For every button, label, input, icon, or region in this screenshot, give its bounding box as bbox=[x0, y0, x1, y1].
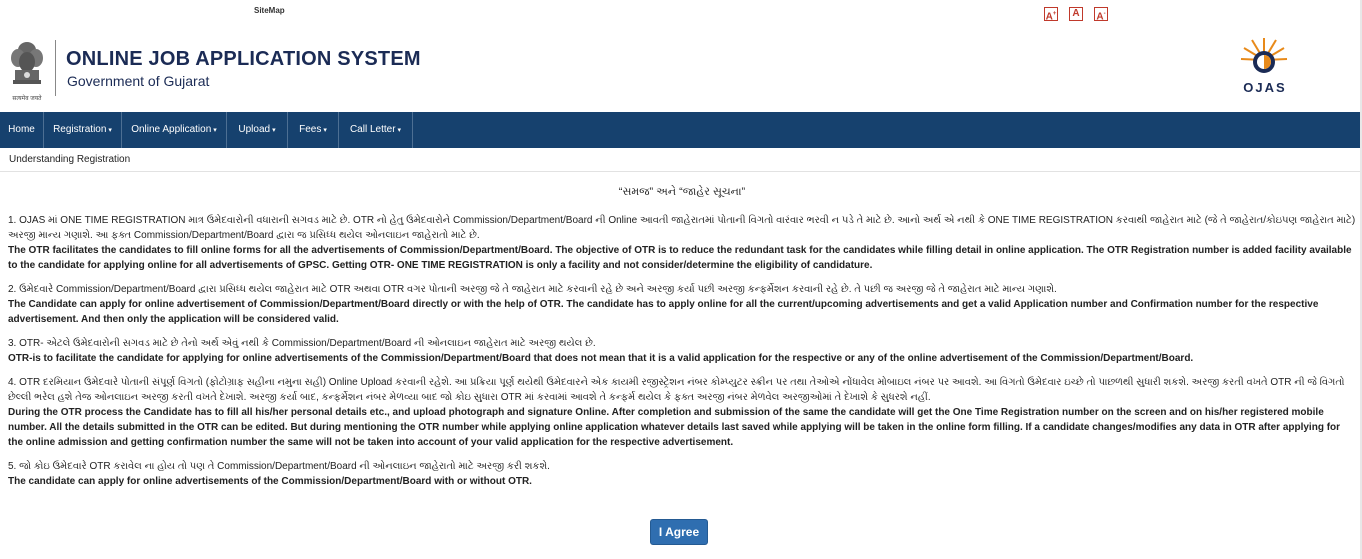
chevron-down-icon: ▾ bbox=[272, 127, 276, 134]
chevron-down-icon: ▾ bbox=[213, 127, 217, 134]
notice-point-1-english: The OTR facilitates the candidates to fi… bbox=[8, 245, 1352, 271]
main-navbar: Home Registration ▾ Online Application ▾ U… bbox=[0, 112, 1362, 148]
font-normal-button[interactable]: A bbox=[1069, 7, 1083, 21]
top-utility-bar: SiteMap A+ A A- bbox=[0, 0, 1362, 30]
font-increase-button[interactable]: A+ bbox=[1044, 7, 1058, 23]
sitemap-link[interactable]: SiteMap bbox=[254, 6, 285, 15]
chevron-down-icon: ▾ bbox=[323, 127, 327, 134]
nav-registration[interactable]: Registration ▾ bbox=[44, 112, 122, 148]
emblem-caption: सत्यमेव जयते bbox=[12, 94, 42, 102]
header-divider bbox=[55, 40, 56, 96]
nav-upload-label: Upload bbox=[238, 124, 271, 135]
notice-title: “સમજ” અને “જાહેર સૂચના” bbox=[618, 186, 746, 198]
font-decrease-button[interactable]: A- bbox=[1094, 7, 1108, 23]
notice-point-4: 4. OTR દરમિયાન ઉમેદવારે પોતાની સંપૂર્ણ વ… bbox=[8, 375, 1356, 450]
notice-point-3-english: OTR-is to facilitate the candidate for a… bbox=[8, 353, 1194, 364]
national-emblem-icon: सत्यमेव जयते bbox=[11, 42, 43, 102]
notice-point-4-gujarati: 4. OTR દરમિયાન ઉમેદવારે પોતાની સંપૂર્ણ વ… bbox=[8, 377, 1345, 403]
font-decrease-label: A bbox=[1096, 11, 1104, 23]
breadcrumb: Understanding Registration bbox=[9, 154, 131, 165]
site-subtitle: Government of Gujarat bbox=[67, 73, 210, 89]
font-normal-label: A bbox=[1072, 8, 1080, 19]
i-agree-button[interactable]: I Agree bbox=[650, 519, 708, 545]
chevron-down-icon: ▾ bbox=[108, 127, 112, 134]
notice-point-2: 2. ઉમેદવારે Commission/Department/Board … bbox=[8, 282, 1356, 327]
notice-point-3-gujarati: 3. OTR- એટલે ઉમેદવારોની સગવડ માટે છે તેન… bbox=[8, 338, 596, 349]
notice-point-2-english: The Candidate can apply for online adver… bbox=[8, 299, 1319, 325]
plus-icon: + bbox=[1052, 11, 1057, 17]
font-increase-label: A bbox=[1045, 11, 1053, 23]
nav-fees[interactable]: Fees ▾ bbox=[288, 112, 339, 148]
nav-online-application-label: Online Application bbox=[131, 124, 212, 135]
site-title: ONLINE JOB APPLICATION SYSTEM bbox=[66, 48, 421, 70]
nav-fees-label: Fees bbox=[299, 124, 322, 135]
notice-point-5-gujarati: 5. જો કોઇ ઉમેદવારે OTR કરાવેલ ના હોય તો … bbox=[8, 461, 550, 472]
notice-point-4-english: During the OTR process the Candidate has… bbox=[8, 407, 1341, 448]
nav-upload[interactable]: Upload ▾ bbox=[227, 112, 288, 148]
minus-icon: - bbox=[1103, 11, 1106, 17]
notice-point-5: 5. જો કોઇ ઉમેદવારે OTR કરાવેલ ના હોય તો … bbox=[8, 459, 1356, 489]
nav-home-label: Home bbox=[8, 124, 35, 135]
notice-point-2-gujarati: 2. ઉમેદવારે Commission/Department/Board … bbox=[8, 284, 1057, 295]
notice-point-1: 1. OJAS માં ONE TIME REGISTRATION માત્ર … bbox=[8, 213, 1356, 273]
notice-point-5-english: The candidate can apply for online adver… bbox=[8, 476, 532, 487]
notice-content: “સમજ” અને “જાહેર સૂચના” 1. OJAS માં ONE … bbox=[8, 186, 1356, 498]
nav-call-letter[interactable]: Call Letter ▾ bbox=[339, 112, 413, 148]
nav-call-letter-label: Call Letter bbox=[349, 124, 396, 135]
chevron-down-icon: ▾ bbox=[397, 127, 402, 134]
notice-point-1-gujarati: 1. OJAS માં ONE TIME REGISTRATION માત્ર … bbox=[8, 215, 1356, 241]
site-header: सत्यमेव जयते ONLINE JOB APPLICATION SYST… bbox=[0, 30, 1362, 112]
notice-point-3: 3. OTR- એટલે ઉમેદવારોની સગવડ માટે છે તેન… bbox=[8, 336, 1356, 366]
breadcrumb-bar: Understanding Registration bbox=[0, 148, 1362, 172]
nav-online-application[interactable]: Online Application ▾ bbox=[122, 112, 227, 148]
nav-registration-label: Registration bbox=[53, 124, 107, 135]
ojas-logo-text: OJAS bbox=[1243, 80, 1287, 95]
nav-home[interactable]: Home bbox=[0, 112, 44, 148]
